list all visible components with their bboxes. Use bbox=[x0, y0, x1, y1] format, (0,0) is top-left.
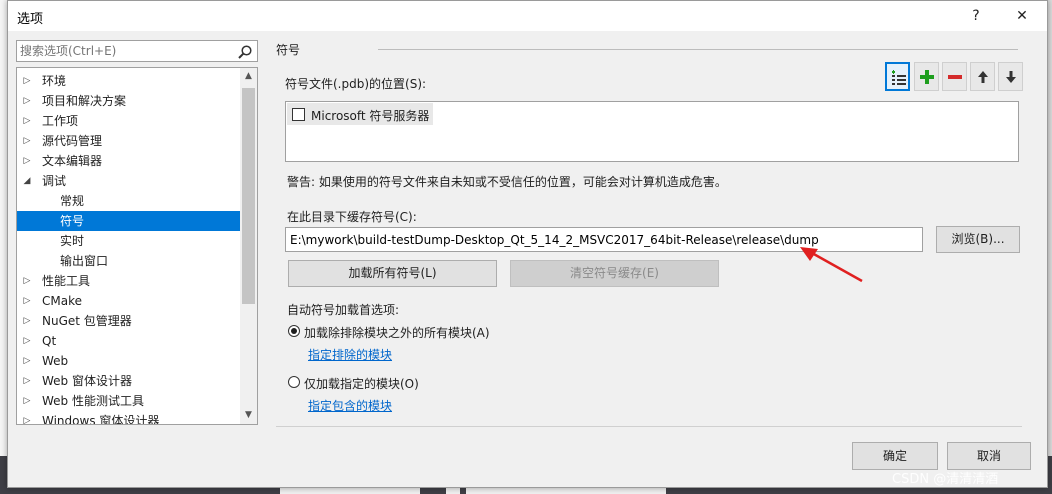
load-all-modules-radio[interactable] bbox=[288, 325, 300, 337]
tree-item-label: 文本编辑器 bbox=[42, 154, 103, 168]
clear-symbol-cache-button[interactable]: 清空符号缓存(E) bbox=[510, 260, 719, 287]
tree-item[interactable]: ▷ NuGet 包管理器 bbox=[17, 311, 240, 331]
collapsed-arrow-icon[interactable]: ▷ bbox=[21, 91, 33, 111]
tree-item-label: 输出窗口 bbox=[60, 254, 109, 268]
tree-item-label: NuGet 包管理器 bbox=[42, 314, 132, 328]
tree-item[interactable]: 输出窗口 bbox=[17, 251, 240, 271]
security-warning: 警告: 如果使用的符号文件来自未知或不受信任的位置，可能会对计算机造成危害。 bbox=[287, 175, 727, 189]
tree-item[interactable]: ▷ 性能工具 bbox=[17, 271, 240, 291]
add-location-button[interactable] bbox=[914, 62, 939, 91]
symbol-locations-label: 符号文件(.pdb)的位置(S): bbox=[285, 77, 427, 91]
search-icon[interactable] bbox=[237, 44, 253, 60]
specify-excluded-modules-link[interactable]: 指定排除的模块 bbox=[308, 346, 392, 363]
annotation-arrow-icon bbox=[800, 247, 863, 283]
tree-item[interactable]: ▷ Windows 窗体设计器 bbox=[17, 411, 240, 425]
move-down-button[interactable] bbox=[998, 62, 1023, 91]
collapsed-arrow-icon[interactable]: ▷ bbox=[21, 391, 33, 411]
tree-item-label: 实时 bbox=[60, 234, 85, 248]
collapsed-arrow-icon[interactable]: ▷ bbox=[21, 311, 33, 331]
symbol-locations-list[interactable]: Microsoft 符号服务器 bbox=[285, 101, 1019, 162]
dialog-title: 选项 bbox=[17, 12, 44, 27]
browse-button[interactable]: 浏览(B)... bbox=[936, 226, 1020, 253]
options-tree: ▷ 环境 ▷ 项目和解决方案 ▷ 工作项 ▷ 源代码管理 ▷ 文本编辑器 ◢ 调试常规符号实时输出窗口… bbox=[16, 67, 258, 425]
tree-item[interactable]: ▷ Web bbox=[17, 351, 240, 371]
collapsed-arrow-icon[interactable]: ▷ bbox=[21, 151, 33, 171]
minus-icon bbox=[948, 75, 962, 79]
tree-item[interactable]: 符号 bbox=[17, 211, 240, 231]
tree-item-label: 符号 bbox=[60, 214, 85, 228]
tree-item[interactable]: ▷ 环境 bbox=[17, 71, 240, 91]
collapsed-arrow-icon[interactable]: ▷ bbox=[21, 71, 33, 91]
footer-divider bbox=[276, 426, 1022, 427]
collapsed-arrow-icon[interactable]: ▷ bbox=[21, 291, 33, 311]
scroll-down-icon[interactable]: ▼ bbox=[240, 407, 257, 424]
tree-item[interactable]: ▷ Qt bbox=[17, 331, 240, 351]
tree-item[interactable]: ▷ 文本编辑器 bbox=[17, 151, 240, 171]
tree-item-label: 工作项 bbox=[42, 114, 79, 128]
tree-item[interactable]: ◢ 调试 bbox=[17, 171, 240, 191]
expanded-arrow-icon[interactable]: ◢ bbox=[21, 171, 33, 191]
cancel-button[interactable]: 取消 bbox=[947, 442, 1031, 470]
tree-item-label: Web 窗体设计器 bbox=[42, 374, 132, 388]
section-title: 符号 bbox=[276, 43, 301, 57]
new-list-item-icon bbox=[892, 70, 906, 85]
tree-scrollbar[interactable]: ▲ ▼ bbox=[240, 68, 257, 424]
collapsed-arrow-icon[interactable]: ▷ bbox=[21, 331, 33, 351]
arrow-up-icon bbox=[978, 71, 988, 83]
collapsed-arrow-icon[interactable]: ▷ bbox=[21, 371, 33, 391]
collapsed-arrow-icon[interactable]: ▷ bbox=[21, 411, 33, 424]
load-all-modules-label[interactable]: 加载除排除模块之外的所有模块(A) bbox=[304, 324, 490, 341]
tree-item[interactable]: ▷ CMake bbox=[17, 291, 240, 311]
auto-load-label: 自动符号加载首选项: bbox=[287, 303, 400, 317]
plus-icon bbox=[920, 70, 934, 84]
move-up-button[interactable] bbox=[970, 62, 995, 91]
ok-button[interactable]: 确定 bbox=[852, 442, 938, 470]
help-button[interactable]: ? bbox=[958, 3, 994, 29]
server-checkbox[interactable] bbox=[292, 108, 305, 121]
load-specified-modules-radio[interactable] bbox=[288, 376, 300, 388]
list-item-label: Microsoft 符号服务器 bbox=[311, 109, 430, 123]
tree-item-label: 调试 bbox=[42, 174, 67, 188]
collapsed-arrow-icon[interactable]: ▷ bbox=[21, 111, 33, 131]
tree-item[interactable]: 常规 bbox=[17, 191, 240, 211]
scroll-up-icon[interactable]: ▲ bbox=[240, 68, 257, 85]
tree-item-label: Web 性能测试工具 bbox=[42, 394, 144, 408]
close-button[interactable]: ✕ bbox=[1004, 3, 1040, 29]
list-item[interactable]: Microsoft 符号服务器 bbox=[287, 103, 433, 125]
tree-item-label: 性能工具 bbox=[42, 274, 91, 288]
tree-item[interactable]: ▷ 工作项 bbox=[17, 111, 240, 131]
load-all-symbols-button[interactable]: 加载所有符号(L) bbox=[288, 260, 497, 287]
section-divider bbox=[378, 49, 1018, 50]
search-input[interactable] bbox=[20, 43, 230, 59]
collapsed-arrow-icon[interactable]: ▷ bbox=[21, 131, 33, 151]
collapsed-arrow-icon[interactable]: ▷ bbox=[21, 271, 33, 291]
remove-location-button[interactable] bbox=[942, 62, 967, 91]
tree-item-label: 常规 bbox=[60, 194, 85, 208]
arrow-down-icon bbox=[1006, 71, 1016, 83]
new-location-button[interactable] bbox=[885, 62, 910, 91]
tree-item[interactable]: ▷ Web 性能测试工具 bbox=[17, 391, 240, 411]
tree-item[interactable]: ▷ Web 窗体设计器 bbox=[17, 371, 240, 391]
cache-directory-label: 在此目录下缓存符号(C): bbox=[287, 210, 417, 224]
tree-item[interactable]: ▷ 源代码管理 bbox=[17, 131, 240, 151]
collapsed-arrow-icon[interactable]: ▷ bbox=[21, 351, 33, 371]
title-bar: 选项 ? ✕ bbox=[8, 1, 1047, 31]
tree-item-label: Windows 窗体设计器 bbox=[42, 414, 160, 425]
scrollbar-thumb[interactable] bbox=[242, 88, 255, 304]
search-box bbox=[16, 40, 258, 62]
options-dialog: 选项 ? ✕ ▷环境▷项目和解决方案▷工作项▷源代码管理▷文本编辑器◢调试常规符… bbox=[7, 0, 1048, 488]
tree-item-label: CMake bbox=[42, 294, 82, 308]
tree-item-label: Web bbox=[42, 354, 69, 368]
tree-item[interactable]: ▷ 项目和解决方案 bbox=[17, 91, 240, 111]
tree-item-label: 项目和解决方案 bbox=[42, 94, 127, 108]
specify-included-modules-link[interactable]: 指定包含的模块 bbox=[308, 397, 392, 414]
tree-item[interactable]: 实时 bbox=[17, 231, 240, 251]
tree-item-label: 环境 bbox=[42, 74, 67, 88]
tree-item-label: 源代码管理 bbox=[42, 134, 103, 148]
watermark: CSDN @清清清酒 bbox=[892, 472, 999, 487]
tree-item-label: Qt bbox=[42, 334, 57, 348]
load-specified-modules-label[interactable]: 仅加载指定的模块(O) bbox=[304, 375, 419, 392]
